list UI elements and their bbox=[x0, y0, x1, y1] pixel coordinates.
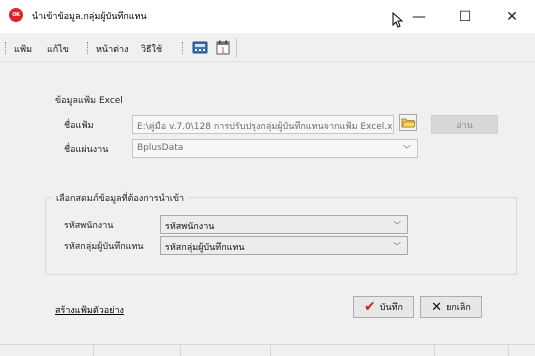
employee-code-label: รหัสพนักงาน bbox=[64, 221, 114, 231]
status-segment bbox=[270, 345, 271, 356]
close-x-icon: ✕ bbox=[431, 299, 443, 315]
read-button[interactable]: อ่าน bbox=[431, 115, 498, 134]
menu-window[interactable]: หน้าต่าง bbox=[96, 42, 128, 56]
open-folder-icon[interactable] bbox=[399, 114, 417, 131]
file-name-label: ชื่อแฟ้ม bbox=[64, 121, 94, 131]
save-button-label: บันทึก bbox=[379, 303, 403, 313]
status-segment bbox=[180, 345, 181, 356]
main-panel: ข้อมูลแฟ้ม Excel ชื่อแฟ้ม E:\คู่มือ v.7.… bbox=[0, 62, 535, 344]
menu-help[interactable]: วิธีใช้ bbox=[141, 42, 162, 56]
menu-edit[interactable]: แก้ไข bbox=[47, 42, 69, 56]
excel-group-title: ข้อมูลแฟ้ม Excel bbox=[51, 93, 127, 107]
status-bar bbox=[0, 344, 535, 356]
file-path-input[interactable]: E:\คู่มือ v.7.0\128 การปรับปรุงกลุ่มผู้บ… bbox=[132, 115, 394, 134]
sheet-name-label: ชื่อแผ่นงาน bbox=[64, 145, 109, 155]
calculator-icon[interactable] bbox=[192, 40, 208, 55]
create-sample-file-link[interactable]: สร้างแฟ้มตัวอย่าง bbox=[55, 303, 124, 317]
column-group-title: เลือกสดมภ์ข้อมูลที่ต้องการนำเข้า bbox=[52, 191, 189, 205]
window-title: นำเข้าข้อมูล.กลุ่มผู้บันทึกแทน bbox=[32, 12, 147, 22]
menu-bar: แฟ้ม แก้ไข หน้าต่าง วิธีใช้ 1 bbox=[0, 33, 535, 62]
status-segment bbox=[508, 345, 509, 356]
toolbar-separator bbox=[236, 38, 237, 58]
cancel-button[interactable]: ✕ ยกเลิก bbox=[420, 296, 482, 318]
chevron-down-icon: ﹀ bbox=[403, 145, 411, 154]
employee-code-select[interactable]: รหัสพนักงาน ﹀ bbox=[160, 215, 408, 234]
proxy-group-value: รหัสกลุ่มผู้บันทึกแทน bbox=[165, 243, 245, 253]
checkmark-icon: ✔ bbox=[364, 299, 376, 315]
title-bar: OK นำเข้าข้อมูล.กลุ่มผู้บันทึกแทน — ☐ ✕ bbox=[0, 0, 535, 33]
sheet-select[interactable]: BplusData ﹀ bbox=[132, 139, 418, 158]
sheet-select-value: BplusData bbox=[137, 143, 184, 153]
cancel-button-label: ยกเลิก bbox=[446, 303, 471, 313]
menu-grip bbox=[5, 42, 7, 54]
save-button[interactable]: ✔ บันทึก bbox=[353, 296, 414, 318]
toolbar-grip bbox=[182, 42, 184, 54]
app-icon: OK bbox=[9, 8, 23, 22]
proxy-group-label: รหัสกลุ่มผู้บันทึกแทน bbox=[64, 242, 144, 252]
minimize-button[interactable]: — bbox=[396, 0, 442, 33]
chevron-down-icon: ﹀ bbox=[393, 221, 401, 230]
status-segment bbox=[93, 345, 94, 356]
employee-code-value: รหัสพนักงาน bbox=[165, 222, 215, 232]
maximize-button[interactable]: ☐ bbox=[442, 0, 488, 33]
close-button[interactable]: ✕ bbox=[489, 0, 535, 33]
menu-file[interactable]: แฟ้ม bbox=[14, 42, 32, 56]
proxy-group-select[interactable]: รหัสกลุ่มผู้บันทึกแทน ﹀ bbox=[160, 236, 408, 255]
menu-grip bbox=[87, 42, 89, 54]
svg-text:1: 1 bbox=[221, 47, 225, 55]
calendar-icon[interactable]: 1 bbox=[215, 40, 231, 55]
chevron-down-icon: ﹀ bbox=[393, 242, 401, 251]
status-segment bbox=[434, 345, 435, 356]
